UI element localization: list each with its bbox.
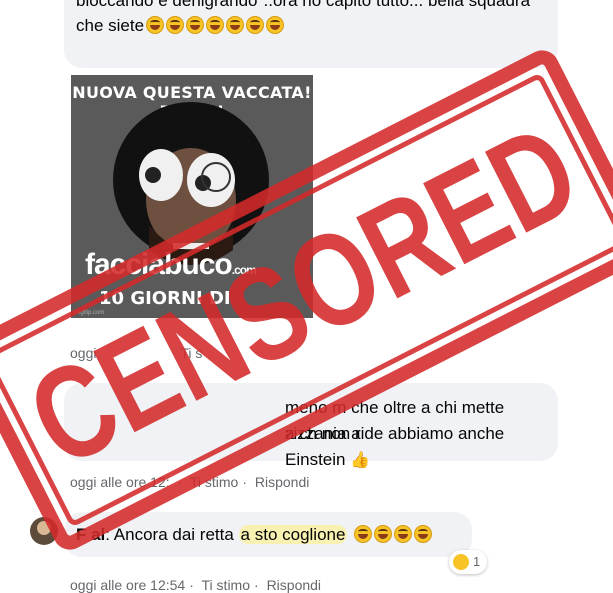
comment-bubble: meno m che oltre a chi mette zizzania a … bbox=[64, 383, 558, 469]
laughing-emoji-icon bbox=[186, 16, 205, 34]
like-link[interactable]: Ti stimo bbox=[202, 577, 250, 593]
reply-link[interactable]: Rispondi bbox=[255, 474, 309, 490]
rofl-emoji-icon bbox=[414, 525, 433, 543]
comment-text-line: bloccando e denigrando"..ora ho capito t… bbox=[76, 0, 531, 10]
rofl-emoji-icon bbox=[354, 525, 373, 543]
meme-image[interactable]: NUOVA QUESTA VACCATA! BELLA! facciabuco.… bbox=[71, 75, 313, 318]
comment-meta: oggi alle ore 12: · Ti stimo · Rispondi bbox=[70, 474, 310, 490]
clap-icon bbox=[453, 554, 469, 570]
reaction-badge[interactable]: 1 bbox=[449, 550, 487, 574]
laughing-emoji-icon bbox=[266, 16, 285, 34]
laughing-emoji-icon bbox=[146, 16, 165, 34]
laughing-emoji-icon bbox=[226, 16, 245, 34]
meme-credit: imgflip.com bbox=[74, 310, 105, 316]
comment-meta: oggi alle ore 12:54 · Ti stimo · Rispondi bbox=[70, 577, 322, 593]
thumbs-up-icon: 👍 bbox=[350, 452, 371, 469]
comment-text: F al: Ancora dai retta a sto coglione bbox=[76, 522, 433, 548]
laughing-emoji-icon bbox=[246, 16, 265, 34]
comment-bubble: F al: Ancora dai retta a sto coglione bbox=[64, 512, 472, 557]
comment-author[interactable]: F al bbox=[76, 525, 105, 544]
laughing-emoji-icon bbox=[166, 16, 185, 34]
comment-timestamp[interactable]: oggi bbox=[70, 345, 96, 361]
like-link[interactable]: Ti stimo bbox=[190, 474, 238, 490]
meme-brand-text: facciabuco.com bbox=[85, 248, 257, 281]
reply-link[interactable]: Rispondi bbox=[267, 577, 321, 593]
comment-timestamp[interactable]: oggi alle ore 12:54 bbox=[70, 577, 185, 593]
rofl-emoji-icon bbox=[394, 525, 413, 543]
highlighted-text: a sto coglione bbox=[238, 525, 348, 544]
comment-meta: oggi Ti s bbox=[70, 345, 202, 361]
comment-text-line: a ch non ride abbiamo anche Einstein 👍 bbox=[285, 421, 558, 474]
comment-text-line: che siete bbox=[76, 13, 285, 39]
like-link[interactable]: Ti s bbox=[180, 345, 202, 361]
laughing-emoji-icon bbox=[206, 16, 225, 34]
avatar[interactable] bbox=[30, 517, 58, 545]
comment-timestamp[interactable]: oggi alle ore 12: bbox=[70, 474, 174, 490]
rofl-emoji-icon bbox=[374, 525, 393, 543]
meme-bottom-text: 10 GIORNI DI bbox=[99, 288, 231, 309]
reaction-count: 1 bbox=[473, 554, 481, 569]
comment-bubble: bloccando e denigrando"..ora ho capito t… bbox=[64, 0, 558, 68]
